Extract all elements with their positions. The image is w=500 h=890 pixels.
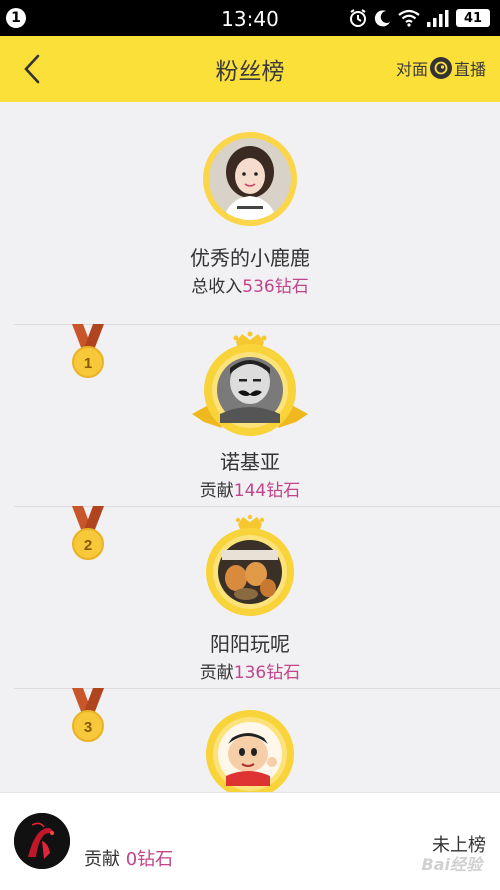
medal-rank-number: 2 — [84, 537, 92, 554]
live-brand-left: 对面 — [395, 60, 428, 79]
my-contribution-amount: 0钻石 — [125, 849, 174, 870]
live-logo-icon — [429, 57, 452, 79]
status-time: 13:40 — [221, 7, 279, 31]
back-button[interactable] — [18, 52, 48, 86]
rank-row[interactable]: 3 — [0, 688, 500, 792]
medal-icon: 1 — [72, 324, 104, 378]
contribution-amount: 144钻石 — [233, 481, 301, 501]
watermark: Bai经验 — [421, 855, 482, 874]
contribution-label: 贡献 — [199, 481, 234, 501]
page-title: 粉丝榜 — [215, 59, 285, 85]
status-bar: 1 13:40 41 — [0, 0, 500, 36]
rank-avatar[interactable] — [192, 510, 308, 620]
crown-icon — [235, 514, 265, 529]
fan-rank-list[interactable]: 优秀的小鹿鹿 总收入536钻石 1 诺基亚 贡献144钻石 2 阳阳玩呢 贡献1… — [0, 102, 500, 792]
rank-name: 阳阳玩呢 — [210, 632, 290, 656]
rank-row[interactable]: 1 诺基亚 贡献144钻石 — [0, 324, 500, 506]
rank-name: 诺基亚 — [220, 450, 280, 474]
live-brand-right: 直播 — [453, 60, 486, 79]
top-nav-bar: 粉丝榜 对面 直播 — [0, 36, 500, 102]
contribution-amount: 136钻石 — [233, 663, 301, 683]
host-income: 总收入536钻石 — [0, 272, 500, 297]
host-name: 优秀的小鹿鹿 — [190, 246, 310, 270]
rank-row[interactable]: 2 阳阳玩呢 贡献136钻石 — [0, 506, 500, 688]
my-avatar[interactable] — [14, 813, 70, 869]
rank-avatar[interactable] — [192, 692, 308, 792]
rank-contribution: 贡献136钻石 — [0, 658, 500, 683]
my-contribution-label: 贡献 — [84, 849, 120, 870]
rank-avatar[interactable] — [192, 328, 308, 438]
my-contribution: 贡献 0钻石 — [84, 845, 173, 871]
host-avatar[interactable] — [203, 132, 297, 226]
live-brand-link[interactable]: 对面 直播 — [396, 56, 486, 80]
back-arrow-icon — [24, 54, 40, 84]
medal-rank-number: 1 — [84, 355, 92, 372]
host-card: 优秀的小鹿鹿 总收入536钻石 — [0, 102, 500, 324]
contribution-label: 贡献 — [199, 663, 234, 683]
medal-rank-number: 3 — [84, 719, 92, 736]
host-income-amount: 536钻石 — [242, 277, 309, 297]
rank-contribution: 贡献144钻石 — [0, 476, 500, 501]
host-income-label: 总收入 — [191, 277, 243, 297]
medal-icon: 3 — [72, 688, 104, 742]
my-rank-bar: 贡献 0钻石 未上榜 Bai经验 — [0, 792, 500, 890]
medal-icon: 2 — [72, 506, 104, 560]
